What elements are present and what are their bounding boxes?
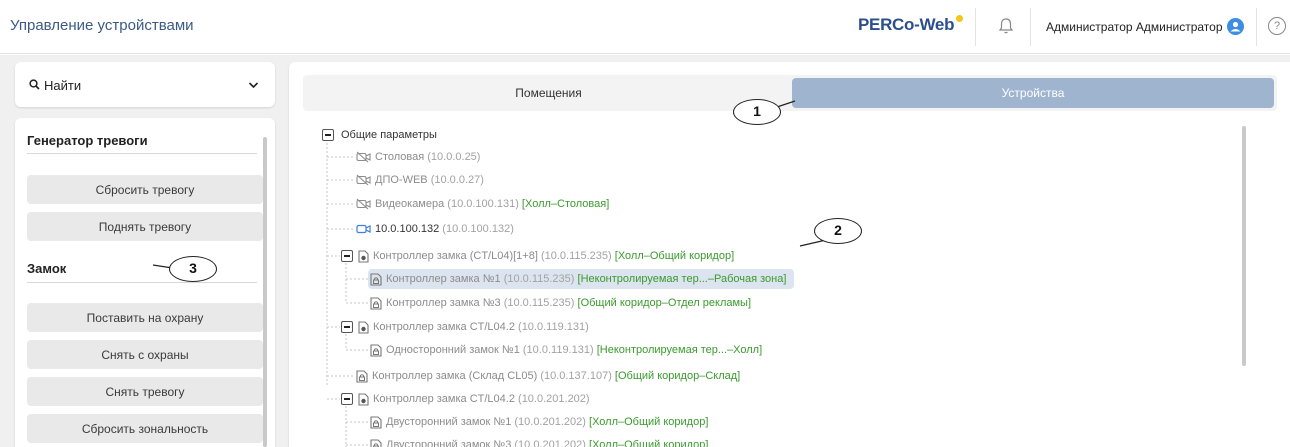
tree-node[interactable]: Двусторонний замок №3 (10.0.201.202) [Хо… <box>370 435 708 447</box>
user-name[interactable]: Администратор Администратор <box>1046 20 1223 34</box>
left-scrollbar[interactable] <box>263 137 267 447</box>
tree-node[interactable]: ДПО-WEB (10.0.0.27) <box>356 170 484 190</box>
tree-node[interactable]: Общие параметры <box>341 125 437 145</box>
controller-icon <box>358 321 369 334</box>
search-dropdown[interactable]: Найти <box>15 62 275 107</box>
right-panel: Помещения Устройства Общие параметры Сто… <box>289 62 1290 447</box>
collapse-icon[interactable] <box>322 129 334 141</box>
tree-node[interactable]: Контроллер замка CT/L04.2 (10.0.201.202) <box>358 389 590 409</box>
device-tree: Общие параметры Столовая (10.0.0.25) ДПО… <box>289 123 1274 447</box>
collapse-icon[interactable] <box>341 321 353 333</box>
search-icon <box>29 79 40 90</box>
tree-node[interactable]: 10.0.100.132 (10.0.100.132) <box>356 219 514 239</box>
arm-button[interactable]: Поставить на охрану <box>27 303 263 332</box>
controller-icon <box>358 250 369 263</box>
tree-scrollbar[interactable] <box>1242 126 1246 366</box>
clear-alarm-button[interactable]: Снять тревогу <box>27 377 263 406</box>
tab-rooms[interactable]: Помещения <box>306 78 791 108</box>
lock-icon <box>370 344 382 357</box>
lock-icon <box>370 439 382 447</box>
section-divider <box>27 153 257 154</box>
callout-1: 1 <box>733 99 781 125</box>
tree-node[interactable]: Контроллер замка №3 (10.0.115.235) [Общи… <box>370 293 751 313</box>
camera-offline-icon <box>356 174 371 186</box>
user-icon[interactable] <box>1227 18 1244 35</box>
tree-node[interactable]: Двусторонний замок №1 (10.0.201.202) [Хо… <box>370 412 708 432</box>
help-icon[interactable]: ? <box>1268 17 1286 35</box>
section-alarm-title: Генератор тревоги <box>27 133 148 148</box>
header-divider <box>975 8 976 46</box>
collapse-icon[interactable] <box>341 393 353 405</box>
reset-alarm-button[interactable]: Сбросить тревогу <box>27 175 263 204</box>
tree-node-selected[interactable]: Контроллер замка №1 (10.0.115.235) [Неко… <box>368 269 795 289</box>
actions-panel: Генератор тревоги Сбросить тревогу Подня… <box>15 118 275 447</box>
disarm-button[interactable]: Снять с охраны <box>27 340 263 369</box>
logo-dot <box>956 15 964 22</box>
lock-icon <box>356 370 368 383</box>
page-title: Управление устройствами <box>10 17 194 34</box>
bell-icon[interactable] <box>998 17 1014 35</box>
left-panel: Найти Генератор тревоги Сбросить тревогу… <box>15 62 275 447</box>
tree-node[interactable]: Столовая (10.0.0.25) <box>356 147 480 167</box>
lock-icon <box>370 297 382 310</box>
search-label: Найти <box>44 78 82 93</box>
camera-offline-icon <box>356 198 371 210</box>
chevron-down-icon[interactable] <box>248 81 259 89</box>
tree-node[interactable]: Односторонний замок №1 (10.0.119.131) [Н… <box>370 340 762 360</box>
tree-node[interactable]: Контроллер замка (CT/L04)[1+8] (10.0.115… <box>358 246 734 266</box>
camera-offline-icon <box>356 151 371 163</box>
logo: PERCo-Web <box>858 15 964 35</box>
collapse-icon[interactable] <box>341 250 353 262</box>
tree-node[interactable]: Видеокамера (10.0.100.131) [Холл–Столова… <box>356 194 609 214</box>
tree-node[interactable]: Контроллер замка CT/L04.2 (10.0.119.131) <box>358 317 589 337</box>
controller-icon <box>358 393 369 406</box>
reset-zoning-button[interactable]: Сбросить зональность <box>27 414 263 443</box>
section-divider <box>27 282 257 283</box>
callout-2: 2 <box>814 218 862 244</box>
lock-icon <box>370 273 382 286</box>
raise-alarm-button[interactable]: Поднять тревогу <box>27 212 263 241</box>
section-lock-title: Замок <box>27 261 67 276</box>
callout-3: 3 <box>169 256 217 282</box>
header-divider <box>1030 8 1031 46</box>
logo-text: PERCo-Web <box>858 15 955 34</box>
tab-bar: Помещения Устройства <box>303 75 1277 111</box>
tree-node[interactable]: Контроллер замка (Склад CL05) (10.0.137.… <box>356 366 740 386</box>
header-divider <box>1256 8 1257 46</box>
tab-devices[interactable]: Устройства <box>792 78 1274 108</box>
camera-icon <box>356 224 371 234</box>
header-bar: Управление устройствами PERCo-Web Админи… <box>0 0 1290 54</box>
lock-icon <box>370 416 382 429</box>
